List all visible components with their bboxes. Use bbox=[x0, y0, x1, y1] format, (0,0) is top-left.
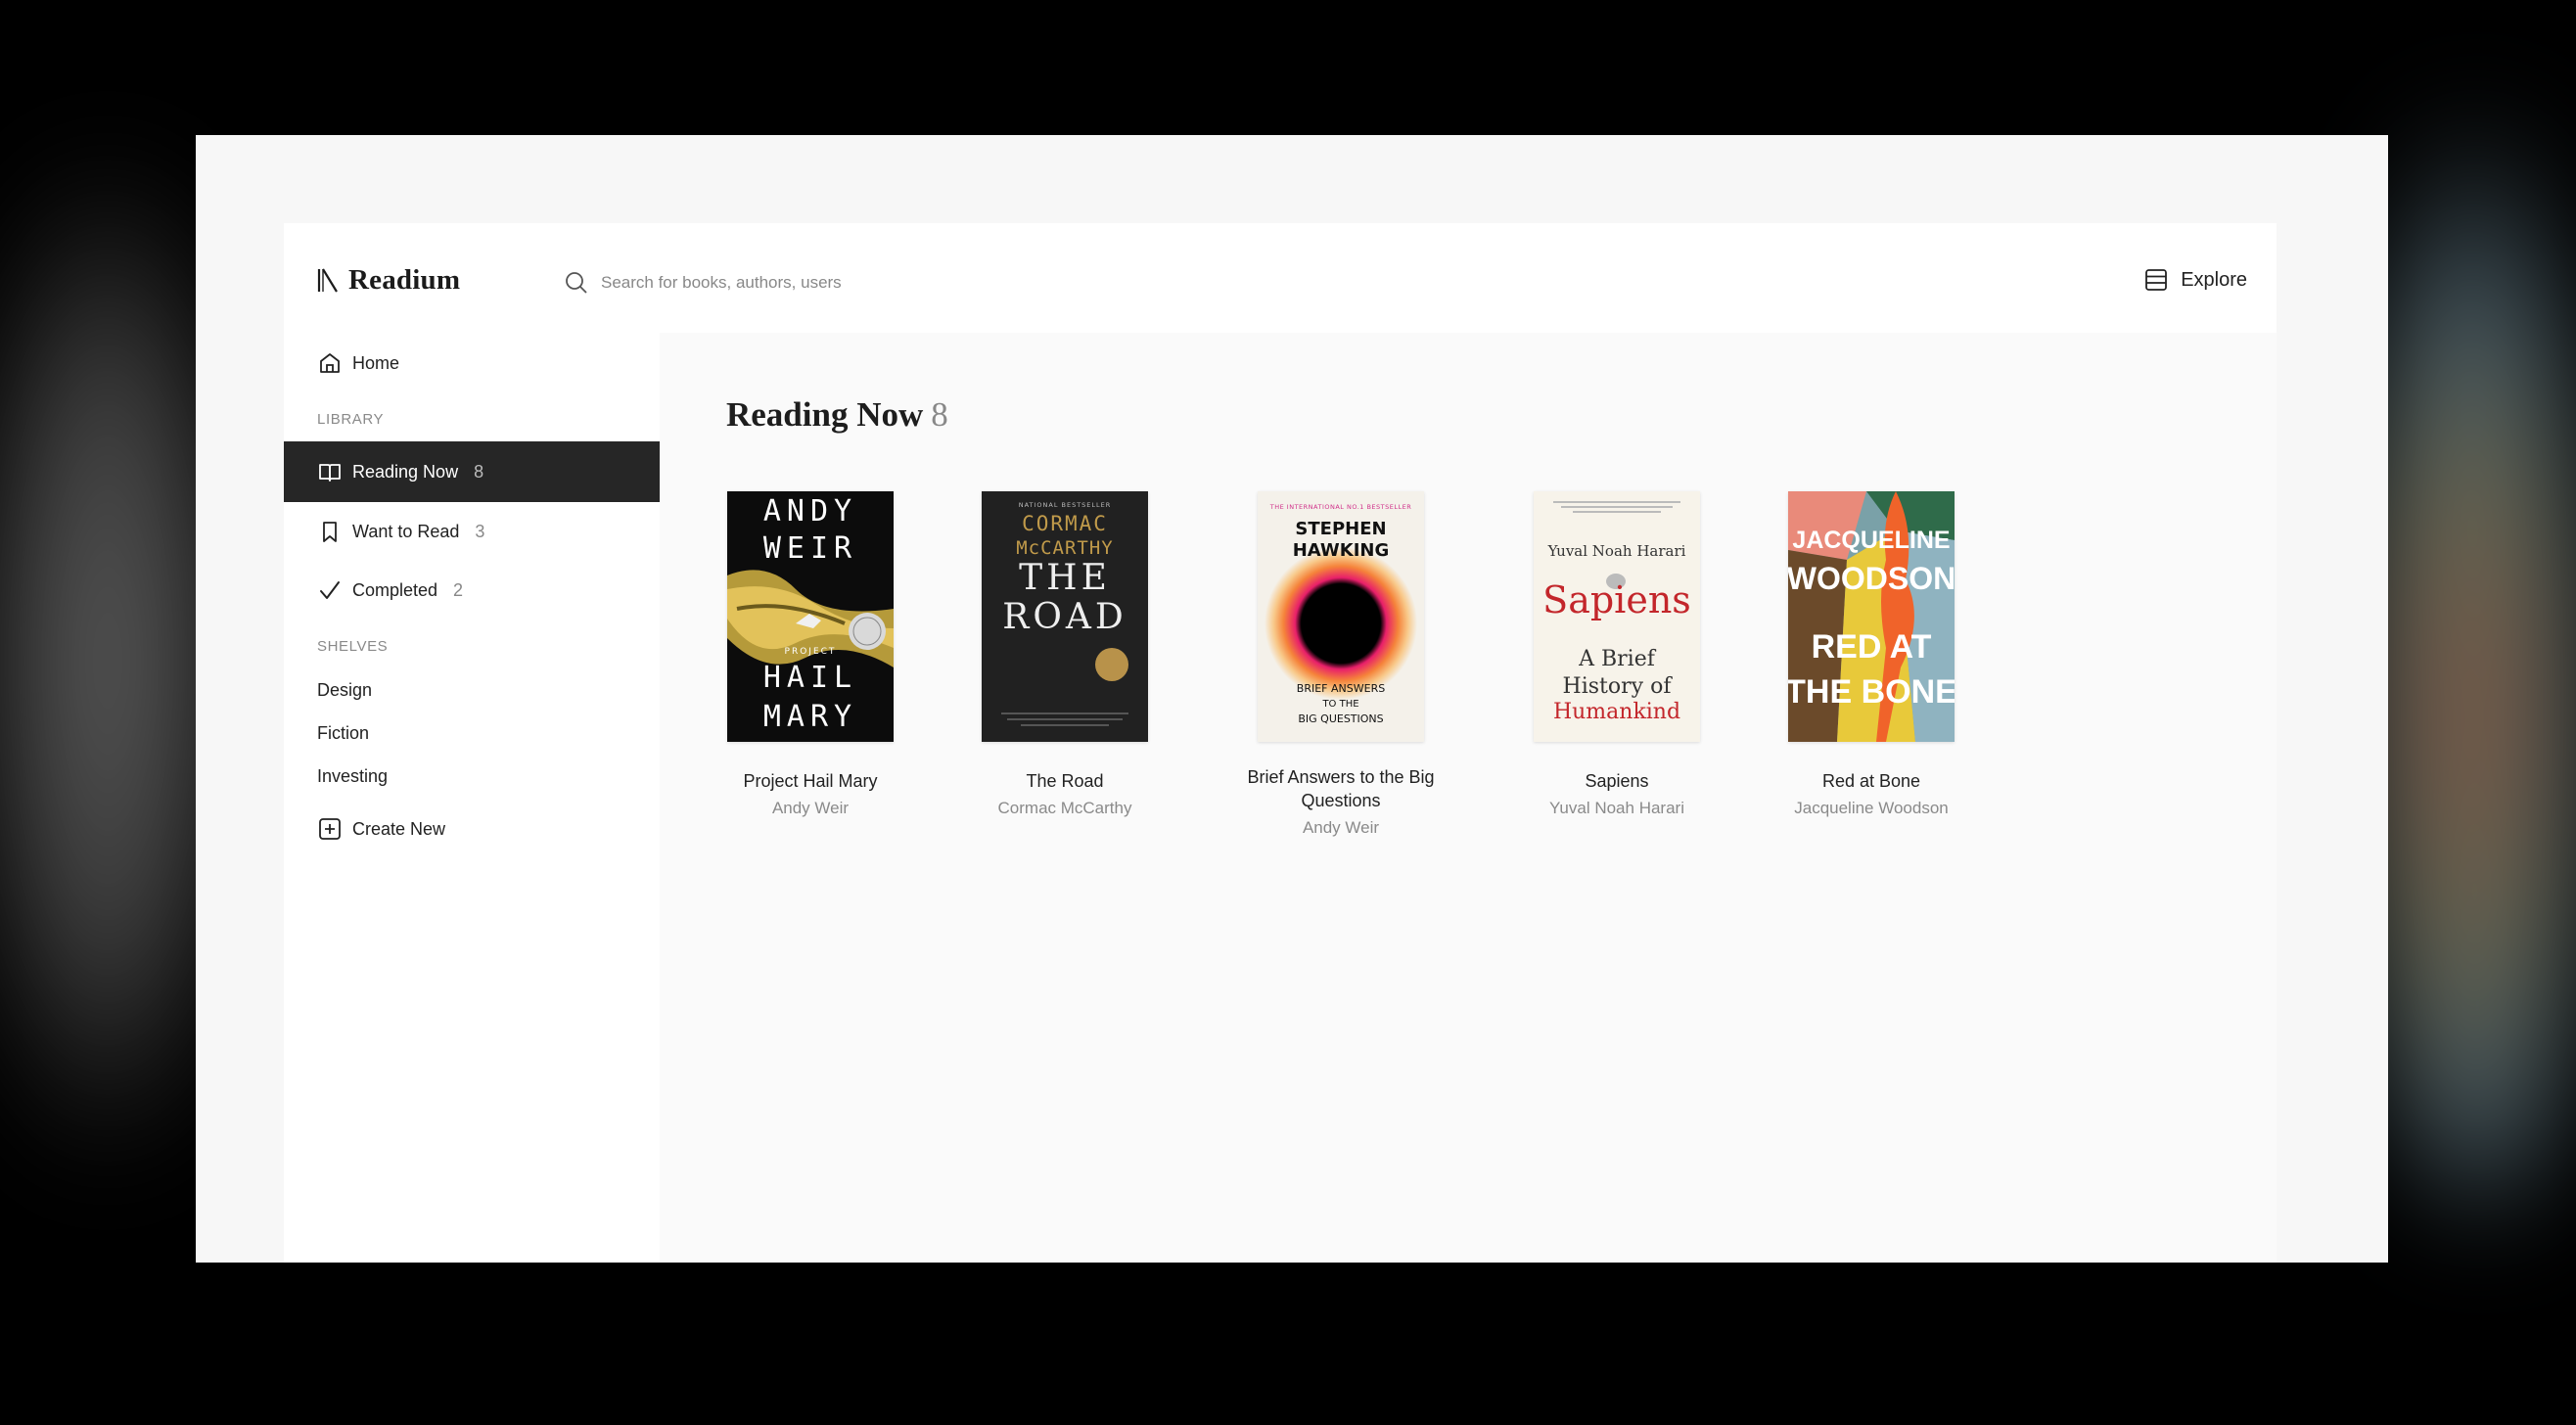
book-author: Yuval Noah Harari bbox=[1549, 799, 1684, 817]
create-new-label: Create New bbox=[352, 818, 446, 839]
explore-button[interactable]: Explore bbox=[2143, 262, 2247, 298]
svg-text:History of: History of bbox=[1563, 674, 1674, 699]
sidebar-item-reading-now[interactable]: Reading Now 8 bbox=[284, 441, 660, 502]
book-cover: NATIONAL BESTSELLER CORMAC McCARTHY THE … bbox=[982, 491, 1148, 742]
shelf-item-investing[interactable]: Investing bbox=[317, 766, 388, 787]
svg-text:Sapiens: Sapiens bbox=[1542, 578, 1691, 621]
check-icon bbox=[320, 581, 340, 599]
book-title: Red at Bone bbox=[1821, 771, 1921, 791]
svg-text:Yuval Noah Harari: Yuval Noah Harari bbox=[1547, 542, 1686, 560]
book-title: Sapiens bbox=[1585, 771, 1649, 791]
svg-text:RED AT: RED AT bbox=[1812, 628, 1932, 666]
shelf-item-fiction[interactable]: Fiction bbox=[317, 723, 369, 744]
sidebar-item-want-to-read[interactable]: Want to Read 3 bbox=[284, 501, 660, 562]
book-title: Project Hail Mary bbox=[743, 771, 878, 791]
book-author: Jacqueline Woodson bbox=[1794, 799, 1949, 817]
app-logo[interactable]: Readium bbox=[317, 260, 460, 299]
book-cover: JACQUELINE WOODSON RED AT THE BONE bbox=[1788, 491, 1955, 742]
svg-text:THE BONE: THE BONE bbox=[1788, 673, 1955, 711]
top-bar: Readium Explore bbox=[284, 223, 2277, 333]
book-card[interactable]: THE INTERNATIONAL NO.1 BESTSELLER STEPHE… bbox=[1233, 491, 1449, 838]
svg-text:THE INTERNATIONAL NO.1 BESTSEL: THE INTERNATIONAL NO.1 BESTSELLER bbox=[1269, 503, 1411, 511]
shelf-item-design[interactable]: Design bbox=[317, 680, 372, 701]
sidebar-item-home[interactable]: Home bbox=[284, 333, 660, 393]
svg-text:BRIEF ANSWERS: BRIEF ANSWERS bbox=[1297, 682, 1385, 695]
library-section-heading: LIBRARY bbox=[317, 411, 385, 428]
sidebar-item-label: Home bbox=[352, 352, 400, 373]
svg-text:ANDY: ANDY bbox=[763, 494, 857, 529]
device-frame: Readium Explore bbox=[196, 135, 2388, 1263]
svg-text:MARY: MARY bbox=[763, 700, 857, 734]
svg-text:CORMAC: CORMAC bbox=[1022, 512, 1108, 535]
book-cover-art: NATIONAL BESTSELLER CORMAC McCARTHY THE … bbox=[982, 491, 1148, 742]
explore-label: Explore bbox=[2181, 268, 2247, 291]
page-title-count: 8 bbox=[931, 395, 948, 434]
search-input[interactable] bbox=[601, 273, 1286, 293]
svg-text:STEPHEN: STEPHEN bbox=[1295, 519, 1386, 539]
book-card[interactable]: ANDY WEIR PROJECT HAIL MARY Project Hail… bbox=[703, 491, 918, 818]
book-card[interactable]: Yuval Noah Harari Sapiens A Brief Histor… bbox=[1509, 491, 1725, 818]
shelves-section-heading: SHELVES bbox=[317, 638, 389, 655]
svg-text:BIG QUESTIONS: BIG QUESTIONS bbox=[1298, 712, 1383, 725]
search-icon bbox=[566, 272, 587, 294]
search-bar bbox=[564, 266, 1286, 299]
explore-icon bbox=[2145, 269, 2168, 291]
book-cover-art: THE INTERNATIONAL NO.1 BESTSELLER STEPHE… bbox=[1258, 491, 1424, 742]
sidebar-item-count: 8 bbox=[474, 461, 484, 482]
svg-text:HAWKING: HAWKING bbox=[1293, 540, 1390, 561]
svg-text:ROAD: ROAD bbox=[1002, 597, 1127, 637]
book-author: Cormac McCarthy bbox=[997, 799, 1132, 817]
book-cover-art: Yuval Noah Harari Sapiens A Brief Histor… bbox=[1534, 491, 1700, 742]
screenshot-stage: Readium Explore bbox=[0, 0, 2576, 1425]
app-window: Readium Explore bbox=[284, 223, 2277, 1263]
book-cover-art: JACQUELINE WOODSON RED AT THE BONE bbox=[1788, 491, 1955, 742]
svg-text:THE: THE bbox=[1019, 558, 1111, 598]
page-title-text: Reading Now bbox=[726, 395, 924, 434]
book-cover: ANDY WEIR PROJECT HAIL MARY bbox=[727, 491, 894, 742]
sidebar: Home LIBRARY Reading Now 8 Want to Read bbox=[284, 333, 660, 1263]
sidebar-item-completed[interactable]: Completed 2 bbox=[284, 560, 660, 621]
sidebar-item-count: 3 bbox=[475, 521, 485, 541]
svg-text:WEIR: WEIR bbox=[763, 531, 857, 566]
svg-text:PROJECT: PROJECT bbox=[785, 647, 837, 657]
book-card[interactable]: NATIONAL BESTSELLER CORMAC McCARTHY THE … bbox=[957, 491, 1173, 818]
create-new-shelf-button[interactable]: Create New bbox=[284, 801, 660, 857]
svg-text:HAIL: HAIL bbox=[763, 661, 857, 695]
sidebar-item-label: Reading Now bbox=[352, 461, 459, 482]
app-name: Readium bbox=[348, 263, 461, 296]
readium-logo-icon bbox=[317, 268, 338, 293]
page-title: Reading Now 8 bbox=[726, 395, 948, 435]
book-author: Andy Weir bbox=[1302, 818, 1380, 837]
svg-text:NATIONAL BESTSELLER: NATIONAL BESTSELLER bbox=[1019, 501, 1112, 509]
sidebar-item-count: 2 bbox=[453, 579, 464, 600]
svg-text:WOODSON: WOODSON bbox=[1788, 561, 1955, 596]
svg-text:Humankind: Humankind bbox=[1553, 700, 1680, 724]
plus-square-icon bbox=[319, 818, 341, 840]
svg-text:JACQUELINE: JACQUELINE bbox=[1792, 527, 1950, 554]
svg-text:A Brief: A Brief bbox=[1578, 647, 1657, 671]
book-open-icon bbox=[319, 464, 341, 482]
book-card[interactable]: JACQUELINE WOODSON RED AT THE BONE Red a… bbox=[1764, 491, 1979, 818]
book-cover: Yuval Noah Harari Sapiens A Brief Histor… bbox=[1534, 491, 1700, 742]
bookmark-icon bbox=[323, 522, 337, 542]
main-content: Reading Now 8 ANDY WEIR PROJECT HAIL MAR… bbox=[660, 333, 2277, 1263]
book-title: Brief Answers to the Big Questions bbox=[1247, 767, 1435, 810]
svg-text:McCARTHY: McCARTHY bbox=[1016, 537, 1114, 559]
book-title: The Road bbox=[1026, 771, 1104, 791]
home-icon bbox=[320, 353, 340, 373]
svg-text:TO THE: TO THE bbox=[1321, 699, 1358, 710]
sidebar-item-label: Completed bbox=[352, 579, 438, 600]
book-author: Andy Weir bbox=[771, 799, 850, 817]
book-cover: THE INTERNATIONAL NO.1 BESTSELLER STEPHE… bbox=[1258, 491, 1424, 742]
sidebar-item-label: Want to Read bbox=[352, 521, 460, 541]
book-cover-art: ANDY WEIR PROJECT HAIL MARY bbox=[727, 491, 894, 742]
